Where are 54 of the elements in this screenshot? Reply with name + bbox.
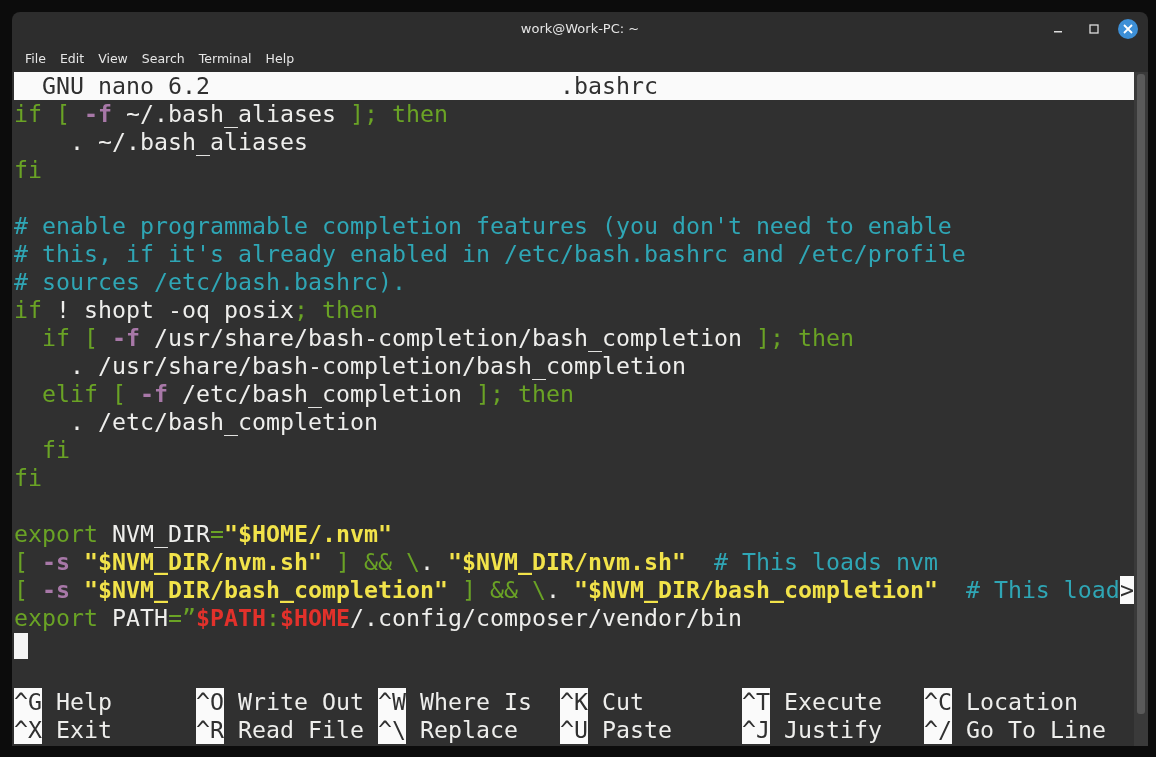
code-line: [ -s "$NVM_DIR/nvm.sh" ] && \. "$NVM_DIR/nvm.sh" # This loads nvm (14, 548, 938, 576)
shortcut-key: ^/ (924, 716, 952, 744)
code-line: export NVM_DIR="$HOME/.nvm" (14, 520, 392, 548)
code-line: fi (14, 156, 42, 184)
shortcut-label: Location (966, 688, 1078, 716)
text-cursor (14, 633, 28, 659)
code-line: . /usr/share/bash-completion/bash_completion (69, 352, 686, 380)
code-line: [ -s "$NVM_DIR/bash_completion" ] && \. "$NVM_DIR/bash_completion" # This load (14, 576, 1120, 604)
menu-item[interactable]: Edit (52, 51, 92, 66)
shortcut-key: ^X (14, 716, 42, 744)
shortcut-key: ^\ (378, 716, 406, 744)
shortcut-label: Read File (238, 716, 364, 744)
code-line: export PATH=”$PATH:$HOME/.config/composer/vendor/bin (14, 604, 742, 632)
code-line: . /etc/bash_completion (69, 408, 378, 436)
shortcut-label: Where Is (420, 688, 532, 716)
menu-item[interactable]: File (18, 51, 53, 66)
menu-item[interactable]: Help (258, 51, 302, 66)
scrollbar[interactable] (1134, 72, 1148, 746)
code-line: if [ -f ~/.bash_aliases ]; then (14, 100, 448, 128)
close-icon[interactable] (1118, 19, 1138, 39)
menu-item[interactable]: Search (134, 51, 192, 66)
shortcut-key: ^C (924, 688, 952, 716)
shortcut-label: Write Out (238, 688, 364, 716)
overflow-marker: > (1120, 576, 1134, 604)
shortcut-label: Exit (56, 716, 112, 744)
shortcut-key: ^U (560, 716, 588, 744)
shortcut-label: Paste (602, 716, 672, 744)
shortcut-key: ^O (196, 688, 224, 716)
code-line: fi (41, 436, 70, 464)
shortcut-key: ^R (196, 716, 224, 744)
code-line: # this, if it's already enabled in /etc/bash.bashrc and /etc/profile (14, 240, 966, 268)
shortcut-label: Go To Line (966, 716, 1106, 744)
shortcut-key: ^W (378, 688, 406, 716)
menu-item[interactable]: Terminal (191, 51, 259, 66)
shortcut-key: ^T (742, 688, 770, 716)
code-line: if [ -f /usr/share/bash-completion/bash_completion ]; then (41, 324, 854, 352)
code-line: # enable programmable completion features (you don't need to enable (14, 212, 952, 240)
code-line: fi (14, 464, 42, 492)
shortcut-label: Help (56, 688, 112, 716)
shortcut-key: ^K (560, 688, 588, 716)
file-name: .bashrc (560, 72, 659, 100)
shortcut-key: ^G (14, 688, 42, 716)
shortcut-key: ^J (742, 716, 770, 744)
shortcut-label: Cut (602, 688, 644, 716)
shortcut-label: Execute (784, 688, 882, 716)
code-line: if ! shopt -oq posix; then (14, 296, 378, 324)
code-line: elif [ -f /etc/bash_completion ]; then (41, 380, 574, 408)
menu-item[interactable]: View (91, 51, 135, 66)
shortcut-label: Justify (784, 716, 882, 744)
shortcut-label: Replace (420, 716, 518, 744)
window-title: work@Work-PC: ~ (520, 21, 640, 36)
app-version: GNU nano 6.2 (42, 72, 211, 100)
code-line: . ~/.bash_aliases (69, 128, 308, 156)
code-line: # sources /etc/bash.bashrc). (14, 268, 406, 296)
